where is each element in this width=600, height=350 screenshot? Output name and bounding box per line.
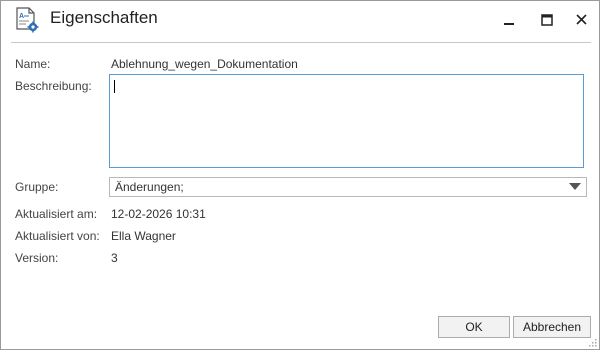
text-cursor <box>114 80 115 93</box>
updated-at-label: Aktualisiert am: <box>15 207 98 221</box>
minimize-icon <box>504 23 514 25</box>
title-separator <box>11 42 591 43</box>
description-input[interactable] <box>109 74 584 168</box>
updated-by-value: Ella Wagner <box>111 229 176 243</box>
close-icon <box>576 14 587 25</box>
updated-by-label: Aktualisiert von: <box>15 229 100 243</box>
ok-button[interactable]: OK <box>438 316 510 338</box>
description-label: Beschreibung: <box>15 79 92 93</box>
version-value: 3 <box>111 251 118 265</box>
chevron-down-icon[interactable] <box>569 183 581 191</box>
properties-dialog: A Eigenschaften Name: Ablehnung_wegen_Do… <box>0 0 600 350</box>
maximize-button[interactable] <box>537 11 557 29</box>
version-label: Version: <box>15 251 59 265</box>
maximize-icon <box>541 14 553 26</box>
cancel-button[interactable]: Abbrechen <box>513 316 591 338</box>
updated-at-value: 12-02-2026 10:31 <box>111 207 206 221</box>
close-button[interactable] <box>572 11 592 29</box>
group-label: Gruppe: <box>15 180 59 194</box>
minimize-button[interactable] <box>499 11 519 29</box>
name-label: Name: <box>15 57 51 71</box>
group-dropdown[interactable]: Änderungen; <box>109 177 587 197</box>
title-bar[interactable]: A Eigenschaften <box>1 1 599 41</box>
name-value: Ablehnung_wegen_Dokumentation <box>111 57 298 71</box>
document-properties-icon: A <box>14 7 40 33</box>
group-selected-value: Änderungen; <box>115 180 184 194</box>
svg-text:A: A <box>19 13 24 20</box>
window-title: Eigenschaften <box>50 8 158 27</box>
resize-grip-icon[interactable] <box>587 337 597 347</box>
